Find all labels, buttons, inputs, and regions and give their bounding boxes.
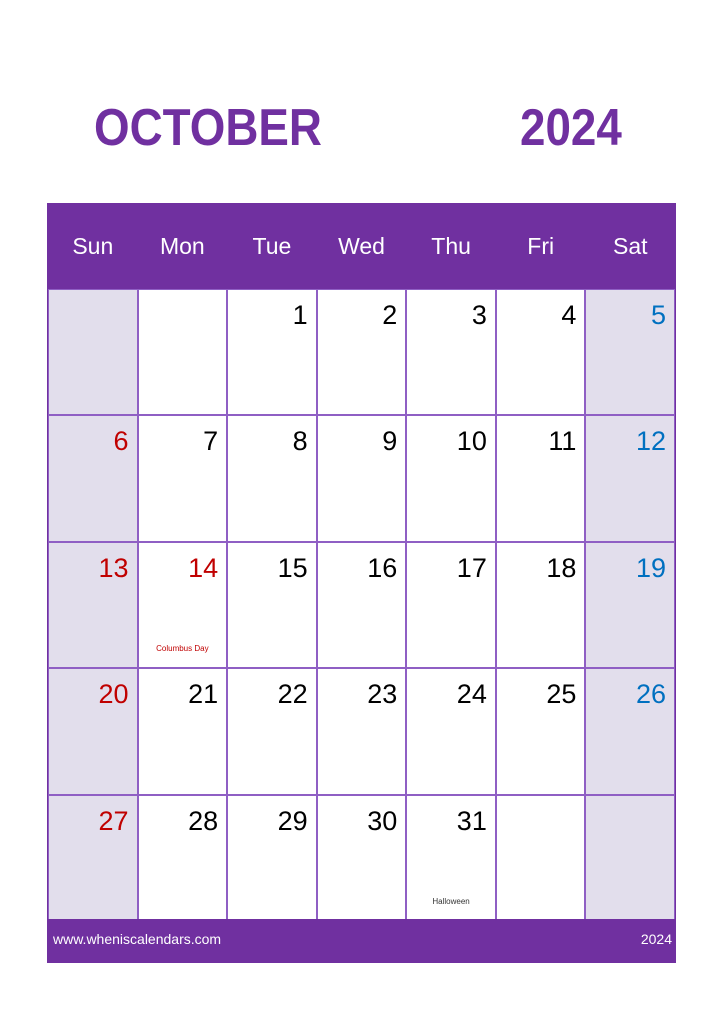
day-cell[interactable]: 11 <box>495 415 586 542</box>
day-cell[interactable]: 2 <box>316 289 407 416</box>
day-number: 23 <box>367 679 398 710</box>
day-number: 16 <box>367 552 398 583</box>
day-number: 29 <box>277 805 308 836</box>
day-cell[interactable]: 4 <box>495 289 586 416</box>
day-number: 18 <box>546 552 577 583</box>
day-number: 14 <box>188 552 219 583</box>
day-cell[interactable]: 16 <box>316 541 407 669</box>
day-number: 31 <box>456 805 487 836</box>
day-cell[interactable]: 18 <box>495 541 586 669</box>
day-cell[interactable]: 17 <box>406 541 496 669</box>
day-number: 21 <box>188 679 219 710</box>
day-cell[interactable]: 7 <box>137 415 228 542</box>
empty-day-cell <box>48 289 138 416</box>
day-number: 25 <box>546 679 577 710</box>
day-number: 28 <box>188 805 219 836</box>
day-cell[interactable]: 1 <box>227 289 317 416</box>
weekday-sat: Sat <box>612 233 648 259</box>
day-cell[interactable]: 3 <box>406 289 496 416</box>
day-cell[interactable]: 26 <box>585 668 675 795</box>
days-grid: 1 2 3 4 5 6 7 8 9 10 11 12 13 14 Columbus Day 15 16 17 18 1… <box>48 289 675 921</box>
day-number: 27 <box>98 805 129 836</box>
day-number: 15 <box>277 552 308 583</box>
day-cell[interactable]: 13 <box>48 541 138 669</box>
day-cell[interactable]: 30 <box>316 794 407 921</box>
day-cell[interactable]: 28 <box>137 794 228 921</box>
footer: www.wheniscalendars.com 2024 <box>48 919 675 962</box>
day-cell[interactable]: 19 <box>585 541 675 669</box>
day-cell[interactable]: 15 <box>227 541 317 669</box>
day-cell[interactable]: 14 Columbus Day <box>137 541 228 669</box>
weekday-thu: Thu <box>431 233 471 259</box>
day-cell[interactable]: 29 <box>227 794 317 921</box>
day-number: 24 <box>456 679 487 710</box>
day-number: 13 <box>98 552 129 583</box>
day-number: 6 <box>113 426 129 457</box>
day-cell[interactable]: 27 <box>48 794 138 921</box>
website-link[interactable]: www.wheniscalendars.com <box>53 931 221 947</box>
footer-year: 2024 <box>640 931 672 947</box>
day-number: 4 <box>561 300 577 330</box>
holiday-label: Halloween <box>432 897 470 906</box>
weekday-tue: Tue <box>252 233 292 259</box>
calendar-grid: Sun Mon Tue Wed Thu Fri Sat 1 2 3 4 5 6 7 8 9 10 1… <box>47 203 676 963</box>
day-cell[interactable]: 31 Halloween <box>406 794 496 921</box>
day-cell[interactable]: 21 <box>137 668 228 795</box>
day-cell[interactable]: 25 <box>495 668 586 795</box>
empty-day-cell <box>137 289 228 416</box>
day-cell[interactable]: 8 <box>227 415 317 542</box>
day-number: 1 <box>292 300 308 330</box>
weekday-header: Sun Mon Tue Wed Thu Fri Sat <box>48 204 675 289</box>
day-number: 19 <box>635 552 666 583</box>
day-number: 20 <box>98 679 129 710</box>
day-cell[interactable]: 22 <box>227 668 317 795</box>
empty-day-cell <box>585 794 675 921</box>
empty-day-cell <box>495 794 586 921</box>
day-cell[interactable]: 5 <box>585 289 675 416</box>
weekday-mon: Mon <box>159 233 205 259</box>
day-number: 17 <box>456 552 487 583</box>
holiday-label: Columbus Day <box>156 644 209 654</box>
weekday-sun: Sun <box>72 233 114 259</box>
day-cell[interactable]: 20 <box>48 668 138 795</box>
month-title: OCTOBER <box>94 99 322 157</box>
day-number: 10 <box>456 426 487 457</box>
weekday-fri: Fri <box>527 233 555 259</box>
day-number: 11 <box>548 426 577 457</box>
day-cell[interactable]: 10 <box>406 415 496 542</box>
day-cell[interactable]: 12 <box>585 415 675 542</box>
day-number: 2 <box>382 300 398 330</box>
day-cell[interactable]: 23 <box>316 668 407 795</box>
day-number: 22 <box>277 679 308 710</box>
day-cell[interactable]: 6 <box>48 415 138 542</box>
year-title: 2024 <box>520 99 622 157</box>
day-number: 9 <box>382 426 398 457</box>
day-number: 30 <box>367 805 398 836</box>
day-cell[interactable]: 24 <box>406 668 496 795</box>
day-number: 5 <box>650 300 666 330</box>
day-number: 8 <box>292 426 308 457</box>
day-number: 3 <box>471 300 487 330</box>
day-number: 12 <box>635 426 666 457</box>
day-cell[interactable]: 9 <box>316 415 407 542</box>
day-number: 7 <box>203 426 219 457</box>
weekday-wed: Wed <box>338 233 385 259</box>
day-number: 26 <box>635 679 666 710</box>
